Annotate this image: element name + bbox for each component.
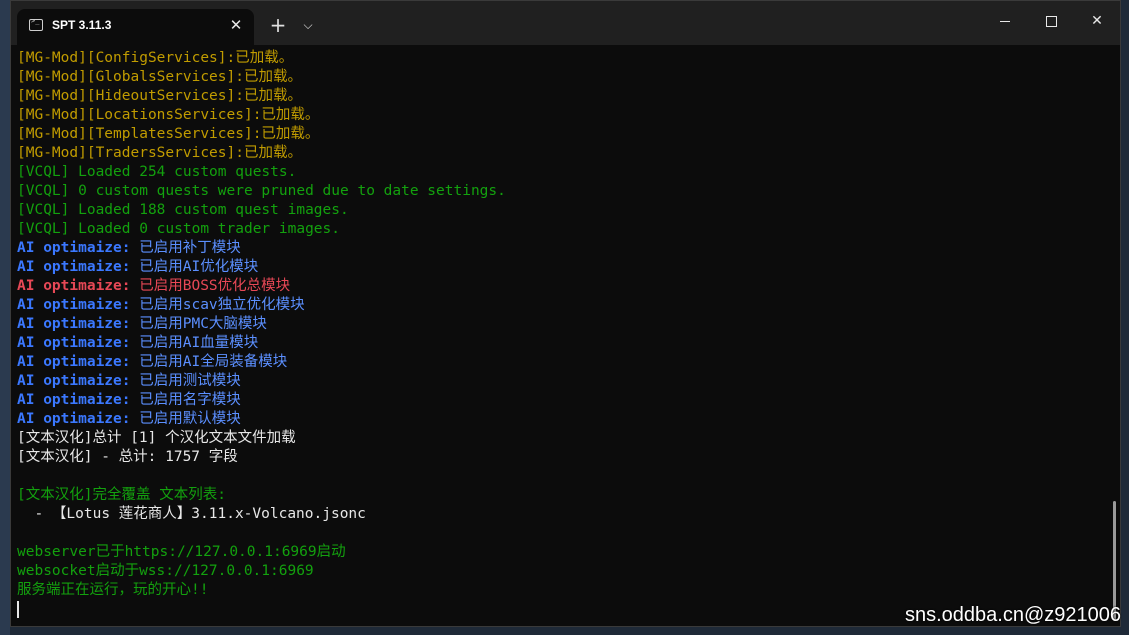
terminal-line: [VCQL] Loaded 254 custom quests. [17,164,297,180]
line-prefix: AI optimaize: [17,354,131,370]
maximize-button[interactable] [1028,1,1074,41]
line-prefix: AI optimaize: [17,316,131,332]
terminal-line: AI optimaize: 已启用AI优化模块 [17,258,1108,277]
terminal-line: [文本汉化]总计 [1] 个汉化文本文件加载 [17,430,296,446]
terminal-line: websocket启动于wss://127.0.0.1:6969 [17,563,314,579]
terminal-line: AI optimaize: 已启用AI血量模块 [17,334,1108,353]
line-prefix: AI optimaize: [17,278,131,294]
line-text: 已启用AI优化模块 [130,259,259,275]
terminal-line: AI optimaize: 已启用名字模块 [17,391,1108,410]
new-tab-button[interactable]: + [268,15,288,35]
line-text: 已启用BOSS优化总模块 [130,278,291,294]
line-prefix: AI optimaize: [17,373,131,389]
desktop-background [0,0,10,635]
minimize-icon [1000,20,1010,22]
line-prefix: AI optimaize: [17,411,131,427]
tab-close-icon[interactable]: ✕ [226,15,246,35]
terminal-line: webserver已于https://127.0.0.1:6969启动 [17,544,346,560]
terminal-line: AI optimaize: 已启用AI全局装备模块 [17,353,1108,372]
terminal-line: AI optimaize: 已启用补丁模块 [17,239,1108,258]
maximize-icon [1045,15,1057,27]
terminal-icon [29,17,43,31]
line-text: 已启用PMC大脑模块 [130,316,267,332]
title-bar: SPT 3.11.3 ✕ + ⌵ ✕ [11,1,1120,45]
tab-title: SPT 3.11.3 [52,18,112,32]
text-cursor [17,600,19,618]
chevron-down-icon[interactable]: ⌵ [299,15,317,35]
line-prefix: AI optimaize: [17,297,131,313]
terminal-line: [文本汉化]完全覆盖 文本列表: [17,487,226,503]
minimize-button[interactable] [982,1,1028,41]
terminal-line: [MG-Mod][TradersServices]:已加载。 [17,145,302,161]
terminal-line: [MG-Mod][HideoutServices]:已加载。 [17,88,302,104]
terminal-line: [MG-Mod][TemplatesServices]:已加载。 [17,126,320,142]
terminal-line: AI optimaize: 已启用BOSS优化总模块 [17,277,1108,296]
terminal-line: 服务端正在运行，玩的开心!! [17,582,209,598]
watermark: sns.oddba.cn@z921006 [904,604,1121,626]
line-text: 已启用AI全局装备模块 [130,354,288,370]
line-prefix: AI optimaize: [17,259,131,275]
line-text: 已启用AI血量模块 [130,335,259,351]
terminal-line: AI optimaize: 已启用PMC大脑模块 [17,315,1108,334]
line-text: 已启用scav独立优化模块 [130,297,305,313]
terminal-line: [VCQL] Loaded 188 custom quest images. [17,202,349,218]
terminal-line: [MG-Mod][GlobalsServices]:已加载。 [17,69,302,85]
terminal-line: [MG-Mod][ConfigServices]:已加载。 [17,50,294,66]
line-text: 已启用补丁模块 [130,240,241,256]
line-text: 已启用默认模块 [130,411,241,427]
terminal-line: [文本汉化] - 总计: 1757 字段 [17,449,238,465]
line-text: 已启用测试模块 [130,373,241,389]
line-text: 已启用名字模块 [130,392,241,408]
terminal-window: SPT 3.11.3 ✕ + ⌵ ✕ [MG-Mod][ConfigServic… [10,0,1121,627]
terminal-line: [VCQL] Loaded 0 custom trader images. [17,221,341,237]
terminal-line: - 【Lotus 莲花商人】3.11.x-Volcano.jsonc [17,506,366,522]
terminal-output[interactable]: [MG-Mod][ConfigServices]:已加载。 [MG-Mod][Gl… [17,49,1108,626]
tab-spt[interactable]: SPT 3.11.3 ✕ [17,9,254,45]
line-prefix: AI optimaize: [17,392,131,408]
terminal-line: AI optimaize: 已启用测试模块 [17,372,1108,391]
terminal-line: AI optimaize: 已启用scav独立优化模块 [17,296,1108,315]
terminal-line: AI optimaize: 已启用默认模块 [17,410,1108,429]
terminal-line: [VCQL] 0 custom quests were pruned due t… [17,183,506,199]
line-prefix: AI optimaize: [17,335,131,351]
terminal-line: [MG-Mod][LocationsServices]:已加载。 [17,107,320,123]
line-prefix: AI optimaize: [17,240,131,256]
close-button[interactable]: ✕ [1074,1,1120,41]
scrollbar[interactable] [1113,501,1116,621]
